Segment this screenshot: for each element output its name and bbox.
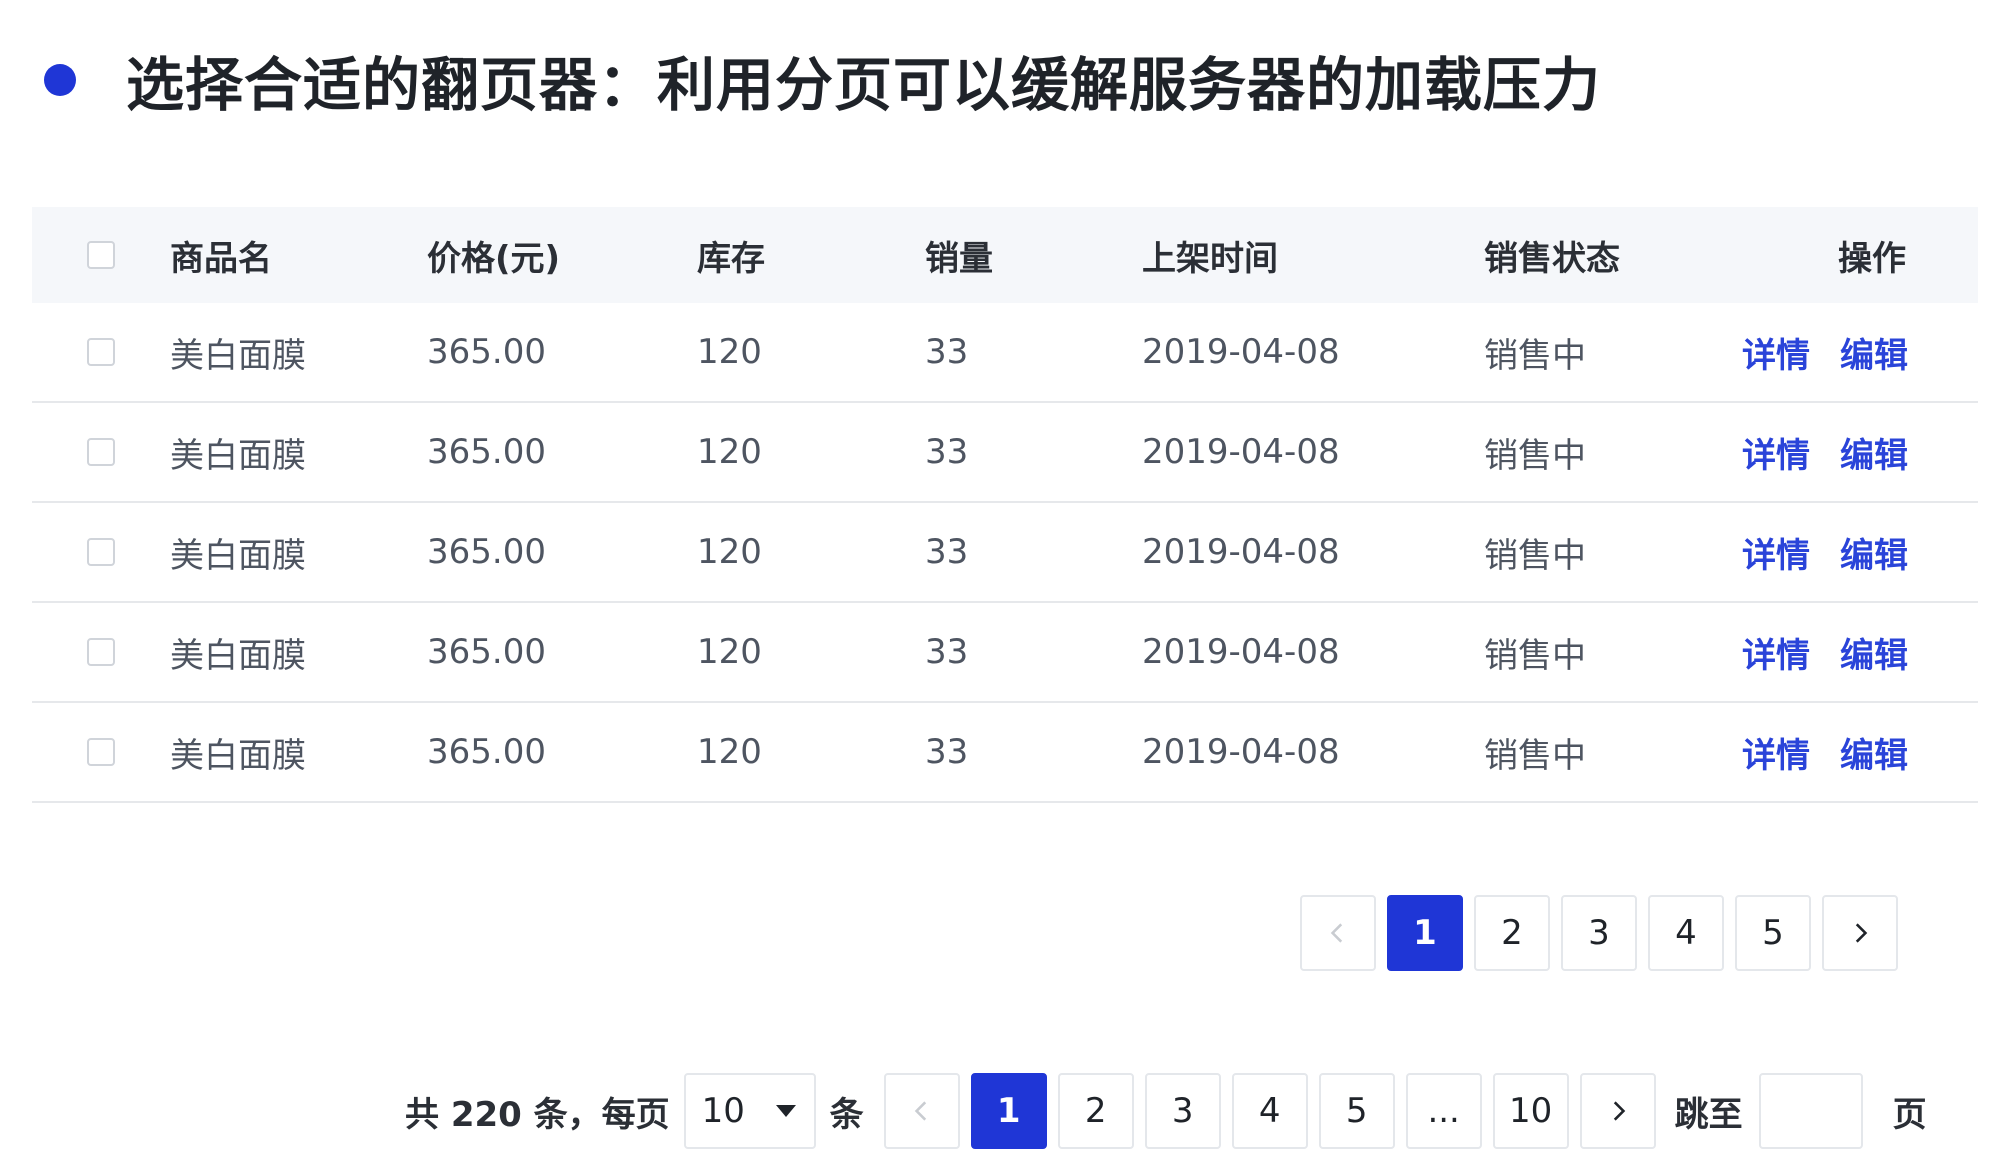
next-page-button[interactable] xyxy=(1579,1073,1656,1149)
page-unit-text: 条 xyxy=(829,1094,864,1135)
chevron-right-icon xyxy=(1613,1101,1625,1121)
cell-sales: 33 xyxy=(925,632,969,672)
cell-product-name: 美白面膜 xyxy=(170,435,306,476)
cell-sale-status: 销售中 xyxy=(1484,435,1586,476)
section-heading: 选择合适的翻页器：利用分页可以缓解服务器的加载压力 xyxy=(44,40,1601,120)
table-row: 美白面膜 365.00 120 33 2019-04-08 销售中 详情 编辑 xyxy=(32,403,1978,503)
cell-stock: 120 xyxy=(697,532,762,572)
edit-link[interactable]: 编辑 xyxy=(1840,728,1908,777)
detail-link[interactable]: 详情 xyxy=(1742,528,1810,577)
cell-actions: 详情 编辑 xyxy=(1742,403,1938,501)
page-button-3[interactable]: 3 xyxy=(1561,895,1637,971)
detail-link[interactable]: 详情 xyxy=(1742,728,1810,777)
page-button-3[interactable]: 3 xyxy=(1144,1073,1221,1149)
cell-product-name: 美白面膜 xyxy=(170,635,306,676)
table-row: 美白面膜 365.00 120 33 2019-04-08 销售中 详情 编辑 xyxy=(32,603,1978,703)
page-suffix-text: 页 xyxy=(1892,1094,1927,1135)
table-header-row: 商品名 价格(元) 库存 销量 上架时间 销售状态 操作 xyxy=(32,207,1978,303)
cell-sales: 33 xyxy=(925,432,969,472)
cell-sale-status: 销售中 xyxy=(1484,535,1586,576)
cell-actions: 详情 编辑 xyxy=(1742,503,1938,601)
cell-listing-date: 2019-04-08 xyxy=(1142,632,1340,672)
full-pagination: 共 220 条，每页 10 条 1 2 3 4 5 ... 10 跳至 页 xyxy=(405,1073,1941,1149)
page-size-select[interactable]: 10 xyxy=(683,1073,816,1149)
cell-stock: 120 xyxy=(697,432,762,472)
cell-sale-status: 销售中 xyxy=(1484,735,1586,776)
header-sale-status: 销售状态 xyxy=(1484,238,1620,279)
row-checkbox[interactable] xyxy=(87,738,115,766)
simple-pagination: 1 2 3 4 5 xyxy=(1300,895,1909,971)
cell-listing-date: 2019-04-08 xyxy=(1142,432,1340,472)
page-button-1[interactable]: 1 xyxy=(970,1073,1047,1149)
jump-label: 跳至 xyxy=(1674,1094,1743,1135)
prev-page-button[interactable] xyxy=(883,1073,960,1149)
edit-link[interactable]: 编辑 xyxy=(1840,628,1908,677)
table-row: 美白面膜 365.00 120 33 2019-04-08 销售中 详情 编辑 xyxy=(32,503,1978,603)
heading-text: 选择合适的翻页器：利用分页可以缓解服务器的加载压力 xyxy=(126,51,1602,119)
cell-actions: 详情 编辑 xyxy=(1742,703,1938,801)
cell-sale-status: 销售中 xyxy=(1484,335,1586,376)
table-row: 美白面膜 365.00 120 33 2019-04-08 销售中 详情 编辑 xyxy=(32,703,1978,803)
page-button-2[interactable]: 2 xyxy=(1474,895,1550,971)
select-all-checkbox[interactable] xyxy=(87,241,115,269)
table-row: 美白面膜 365.00 120 33 2019-04-08 销售中 详情 编辑 xyxy=(32,303,1978,403)
row-checkbox[interactable] xyxy=(87,538,115,566)
cell-sales: 33 xyxy=(925,732,969,772)
header-actions: 操作 xyxy=(1838,238,1906,279)
chevron-left-icon xyxy=(1330,923,1343,943)
cell-stock: 120 xyxy=(697,632,762,672)
header-product-name: 商品名 xyxy=(170,238,272,279)
cell-listing-date: 2019-04-08 xyxy=(1142,532,1340,572)
cell-listing-date: 2019-04-08 xyxy=(1142,332,1340,372)
header-price: 价格(元) xyxy=(427,238,561,279)
chevron-left-icon xyxy=(914,1101,926,1121)
cell-price: 365.00 xyxy=(427,432,546,472)
cell-product-name: 美白面膜 xyxy=(170,735,306,776)
row-checkbox[interactable] xyxy=(87,438,115,466)
cell-listing-date: 2019-04-08 xyxy=(1142,732,1340,772)
product-table: 商品名 价格(元) 库存 销量 上架时间 销售状态 操作 美白面膜 365.00… xyxy=(32,207,1978,803)
cell-price: 365.00 xyxy=(427,732,546,772)
detail-link[interactable]: 详情 xyxy=(1742,628,1810,677)
detail-link[interactable]: 详情 xyxy=(1742,428,1810,477)
edit-link[interactable]: 编辑 xyxy=(1840,528,1908,577)
header-sales: 销量 xyxy=(925,238,993,279)
bullet-dot xyxy=(44,64,76,96)
ellipsis-button[interactable]: ... xyxy=(1405,1073,1482,1149)
prev-page-button[interactable] xyxy=(1300,895,1376,971)
chevron-right-icon xyxy=(1855,923,1868,943)
edit-link[interactable]: 编辑 xyxy=(1840,428,1908,477)
total-count-text: 共 220 条，每页 xyxy=(405,1094,670,1135)
cell-product-name: 美白面膜 xyxy=(170,535,306,576)
cell-price: 365.00 xyxy=(427,532,546,572)
cell-actions: 详情 编辑 xyxy=(1742,303,1938,401)
cell-stock: 120 xyxy=(697,732,762,772)
page-button-2[interactable]: 2 xyxy=(1057,1073,1134,1149)
cell-price: 365.00 xyxy=(427,632,546,672)
cell-stock: 120 xyxy=(697,332,762,372)
page-button-5[interactable]: 5 xyxy=(1318,1073,1395,1149)
row-checkbox[interactable] xyxy=(87,638,115,666)
page-button-10[interactable]: 10 xyxy=(1492,1073,1569,1149)
row-checkbox[interactable] xyxy=(87,338,115,366)
page-button-1[interactable]: 1 xyxy=(1387,895,1463,971)
header-listing-date: 上架时间 xyxy=(1142,238,1278,279)
detail-link[interactable]: 详情 xyxy=(1742,328,1810,377)
cell-product-name: 美白面膜 xyxy=(170,335,306,376)
cell-sales: 33 xyxy=(925,332,969,372)
caret-down-icon xyxy=(775,1105,796,1117)
page-button-4[interactable]: 4 xyxy=(1231,1073,1308,1149)
cell-sales: 33 xyxy=(925,532,969,572)
header-stock: 库存 xyxy=(697,238,765,279)
cell-sale-status: 销售中 xyxy=(1484,635,1586,676)
edit-link[interactable]: 编辑 xyxy=(1840,328,1908,377)
cell-price: 365.00 xyxy=(427,332,546,372)
jump-page-input[interactable] xyxy=(1758,1073,1863,1149)
page-size-value: 10 xyxy=(701,1091,745,1131)
page-button-4[interactable]: 4 xyxy=(1648,895,1724,971)
next-page-button[interactable] xyxy=(1822,895,1898,971)
page-button-5[interactable]: 5 xyxy=(1735,895,1811,971)
cell-actions: 详情 编辑 xyxy=(1742,603,1938,701)
